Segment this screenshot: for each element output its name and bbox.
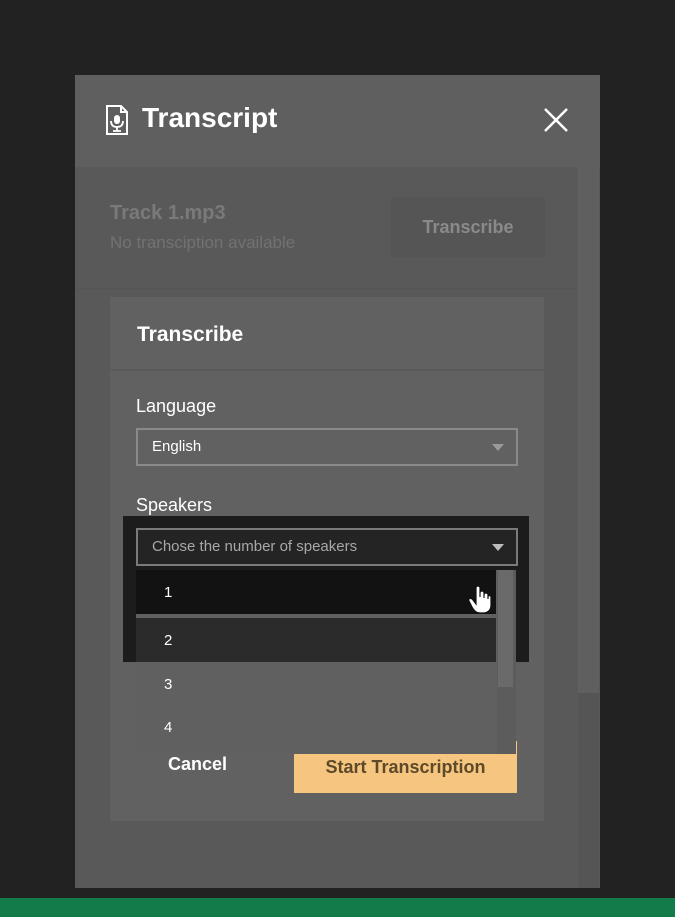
language-label: Language xyxy=(136,396,217,416)
transcribe-button[interactable]: Transcribe xyxy=(391,197,545,257)
dropdown-scrollbar-thumb[interactable] xyxy=(498,570,513,687)
speaker-option-4[interactable]: 4 xyxy=(136,705,496,749)
bottom-status-bar xyxy=(0,898,675,917)
track-name: Track 1.mp3 xyxy=(110,202,226,224)
hand-pointer-icon xyxy=(468,586,492,614)
cancel-button[interactable]: Cancel xyxy=(168,754,227,775)
language-select[interactable]: English xyxy=(136,428,518,466)
speakers-label: Speakers xyxy=(136,495,213,515)
card-divider xyxy=(110,369,544,371)
panel-scrollbar-thumb[interactable] xyxy=(578,167,599,693)
speaker-option-1[interactable]: 1 xyxy=(136,570,496,614)
language-value: English xyxy=(152,438,202,455)
microphone-document-icon xyxy=(106,105,128,135)
dialog-title: Transcript xyxy=(142,102,278,133)
close-icon[interactable] xyxy=(541,105,571,135)
chevron-down-icon xyxy=(492,444,504,451)
speakers-placeholder: Chose the number of speakers xyxy=(152,538,358,555)
dialog-header: Transcript xyxy=(75,75,600,167)
speakers-select[interactable]: Chose the number of speakers xyxy=(136,528,518,566)
speaker-option-3[interactable]: 3 xyxy=(136,662,496,706)
track-status: No transciption available xyxy=(110,233,296,252)
speakers-dropdown: 1 2 3 4 xyxy=(136,570,516,754)
chevron-down-icon xyxy=(492,544,504,551)
speaker-option-2[interactable]: 2 xyxy=(136,618,496,662)
section-divider xyxy=(75,288,578,289)
transcript-dialog: Transcript Track 1.mp3 No transciption a… xyxy=(75,75,600,888)
card-title: Transcribe xyxy=(137,323,244,346)
